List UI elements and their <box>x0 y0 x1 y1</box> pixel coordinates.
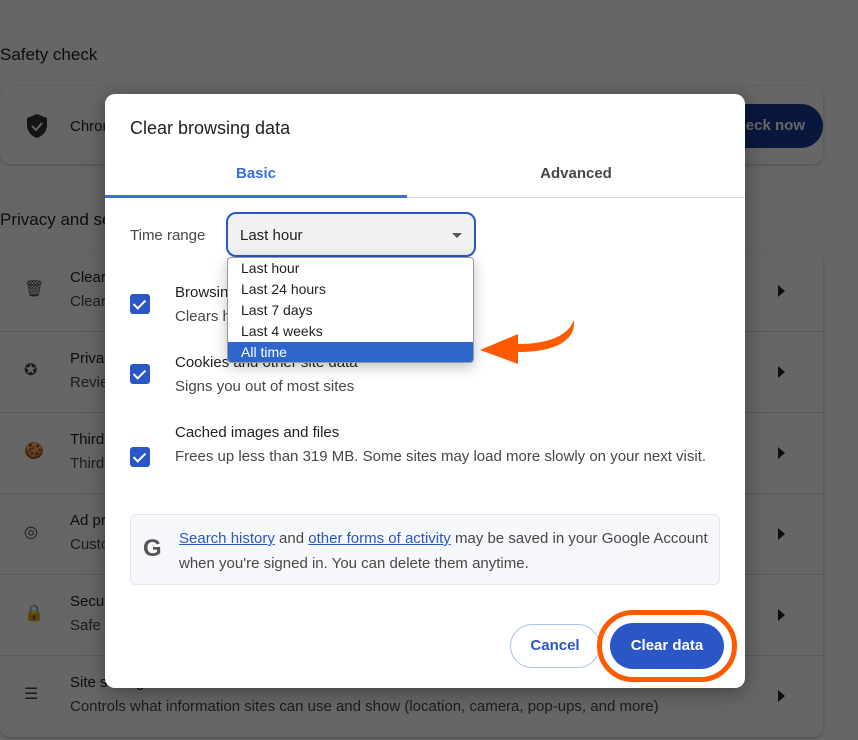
option-last-24-hours[interactable]: Last 24 hours <box>228 279 473 300</box>
option-last-4-weeks[interactable]: Last 4 weeks <box>228 321 473 342</box>
cancel-button[interactable]: Cancel <box>510 624 600 668</box>
item-desc: Frees up less than 319 MB. Some sites ma… <box>175 448 707 465</box>
tab-basic[interactable]: Basic <box>105 156 407 198</box>
google-g-icon: G <box>143 535 162 562</box>
item-desc: Signs you out of most sites <box>175 378 355 395</box>
other-activity-link[interactable]: other forms of activity <box>308 530 451 547</box>
item-title: Cached images and files <box>175 424 340 441</box>
cache-checkbox[interactable] <box>130 447 150 467</box>
option-last-hour[interactable]: Last hour <box>228 258 473 279</box>
google-account-info: G Search history and other forms of acti… <box>130 514 720 585</box>
info-text: and <box>274 530 309 547</box>
annotation-arrow-icon <box>480 320 575 364</box>
search-history-link[interactable]: Search history <box>179 530 275 547</box>
time-range-label: Time range <box>130 227 206 244</box>
time-range-select[interactable]: Last hour <box>226 212 476 257</box>
tab-bar: Basic Advanced <box>105 156 745 198</box>
tab-advanced[interactable]: Advanced <box>407 156 745 198</box>
caret-down-icon <box>452 233 462 238</box>
browsing-history-checkbox[interactable] <box>130 294 150 314</box>
dialog-title: Clear browsing data <box>130 118 291 138</box>
time-range-dropdown: Last hour Last 24 hours Last 7 days Last… <box>227 257 474 363</box>
option-all-time[interactable]: All time <box>228 342 473 362</box>
cookies-checkbox[interactable] <box>130 364 150 384</box>
clear-browsing-data-dialog: Clear browsing data Basic Advanced Time … <box>105 94 745 688</box>
highlight-ring-annotation <box>597 610 737 682</box>
time-range-value: Last hour <box>240 227 303 244</box>
option-last-7-days[interactable]: Last 7 days <box>228 300 473 321</box>
